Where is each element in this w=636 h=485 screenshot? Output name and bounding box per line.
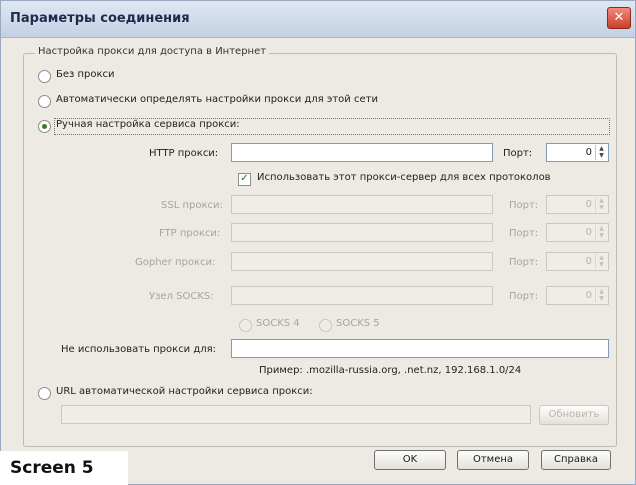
ftp-port-stepper[interactable]: 0 ▲ ▼ (546, 223, 609, 242)
ssl-port-stepper[interactable]: 0 ▲ ▼ (546, 195, 609, 214)
label-auto-url: URL автоматической настройки сервиса про… (56, 386, 313, 397)
window-title: Параметры соединения (10, 11, 190, 26)
ftp-proxy-input[interactable] (231, 223, 493, 242)
gopher-proxy-input[interactable] (231, 252, 493, 271)
screen-caption: Screen 5 (0, 451, 128, 485)
same-proxy-checkbox[interactable]: ✓ (238, 173, 251, 186)
no-proxy-example: Пример: .mozilla-russia.org, .net.nz, 19… (259, 365, 522, 376)
label-manual: Ручная настройка сервиса прокси: (56, 119, 240, 130)
label-socks-4: SOCKS 4 (256, 318, 300, 329)
socks-port-label: Порт: (509, 291, 539, 302)
socks-port-value: 0 (585, 290, 592, 301)
gopher-port-label: Порт: (509, 257, 539, 268)
http-proxy-input[interactable] (231, 143, 493, 162)
group-legend: Настройка прокси для доступа в Интернет (35, 46, 270, 57)
ssl-port-label: Порт: (509, 200, 539, 211)
gopher-port-value: 0 (585, 256, 592, 267)
socks-host-input[interactable] (231, 286, 493, 305)
reload-button[interactable]: Обновить (539, 405, 609, 425)
radio-auto-detect[interactable] (38, 95, 51, 108)
socks-port-stepper[interactable]: 0 ▲ ▼ (546, 286, 609, 305)
connection-settings-dialog: Параметры соединения ✕ Настройка прокси … (0, 0, 636, 485)
radio-manual[interactable] (38, 120, 51, 133)
close-icon: ✕ (613, 10, 625, 25)
spinner-arrows-icon[interactable]: ▲ ▼ (595, 288, 607, 303)
socks-host-label: Узел SOCKS: (149, 291, 214, 302)
ssl-proxy-label: SSL прокси: (161, 200, 223, 211)
radio-socks-5[interactable] (319, 319, 332, 332)
gopher-port-stepper[interactable]: 0 ▲ ▼ (546, 252, 609, 271)
spinner-arrows-icon[interactable]: ▲ ▼ (595, 225, 607, 240)
ftp-port-label: Порт: (509, 228, 539, 239)
label-auto-detect: Автоматически определять настройки прокс… (56, 94, 378, 105)
http-port-stepper[interactable]: 0 ▲ ▼ (546, 143, 609, 162)
title-bar: Параметры соединения ✕ (1, 1, 635, 38)
help-button[interactable]: Справка (541, 450, 611, 470)
spinner-arrows-icon[interactable]: ▲ ▼ (595, 254, 607, 269)
same-proxy-label: Использовать этот прокси-сервер для всех… (257, 172, 551, 183)
no-proxy-for-input[interactable] (231, 339, 609, 358)
cancel-button[interactable]: Отмена (457, 450, 529, 470)
ok-button[interactable]: OK (374, 450, 446, 470)
ssl-proxy-input[interactable] (231, 195, 493, 214)
auto-url-input[interactable] (61, 405, 531, 424)
ssl-port-value: 0 (585, 199, 592, 210)
no-proxy-for-label: Не использовать прокси для: (61, 344, 217, 355)
radio-socks-4[interactable] (239, 319, 252, 332)
label-no-proxy: Без прокси (56, 69, 115, 80)
radio-no-proxy[interactable] (38, 70, 51, 83)
spinner-arrows-icon[interactable]: ▲ ▼ (595, 145, 607, 160)
spinner-arrows-icon[interactable]: ▲ ▼ (595, 197, 607, 212)
ftp-proxy-label: FTP прокси: (159, 228, 221, 239)
http-port-value: 0 (585, 147, 592, 158)
label-socks-5: SOCKS 5 (336, 318, 380, 329)
http-proxy-label: HTTP прокси: (149, 148, 219, 159)
http-port-label: Порт: (503, 148, 533, 159)
close-button[interactable]: ✕ (607, 7, 631, 29)
ftp-port-value: 0 (585, 227, 592, 238)
radio-auto-url[interactable] (38, 387, 51, 400)
gopher-proxy-label: Gopher прокси: (135, 257, 216, 268)
